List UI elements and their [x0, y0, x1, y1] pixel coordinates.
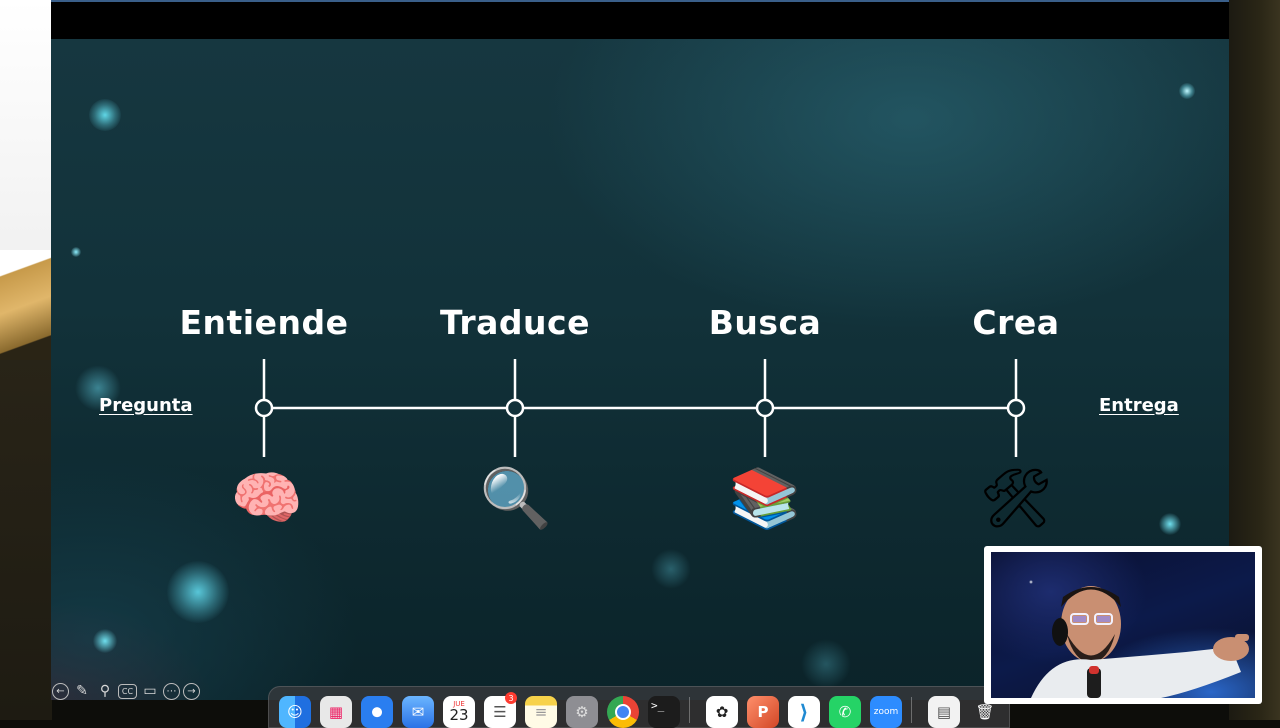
safari-glyph: ⊕ — [370, 703, 384, 721]
terminal-icon[interactable]: >_ — [648, 696, 680, 728]
timeline-node-entiende — [254, 398, 274, 418]
notes-glyph: ≡ — [534, 703, 548, 721]
chrome-icon[interactable] — [607, 696, 639, 728]
books-icon: 📚 — [728, 464, 802, 532]
zoom-app-icon[interactable]: zoom — [870, 696, 902, 728]
zoom-glyph: zoom — [873, 707, 899, 717]
left-decorative-corner — [0, 250, 52, 360]
documents-stack-icon[interactable]: ▤ — [928, 696, 960, 728]
whatsapp-icon[interactable]: ✆ — [829, 696, 861, 728]
finder-glyph: ☺ — [287, 703, 303, 721]
chatgpt-glyph: ✿ — [715, 703, 729, 721]
start-label: Pregunta — [99, 395, 193, 416]
stage-title-traduce: Traduce — [440, 303, 590, 342]
mail-glyph: ✉ — [411, 703, 425, 721]
stage-title-entiende: Entiende — [179, 303, 349, 342]
timeline-node-busca — [755, 398, 775, 418]
presentation-top-bar — [51, 0, 1229, 41]
system-settings-icon[interactable]: ⚙ — [566, 696, 598, 728]
previous-slide-icon[interactable]: ← — [52, 682, 69, 700]
zoom-icon[interactable]: ⚲ — [95, 681, 115, 701]
trash-glyph: 🗑 — [975, 703, 995, 721]
stage-title-busca: Busca — [708, 303, 822, 342]
dock-separator — [911, 697, 912, 723]
timeline-node-traduce — [505, 398, 525, 418]
brain-icon: 🧠 — [230, 464, 304, 532]
presenter-silhouette — [1031, 586, 1249, 698]
captions-icon[interactable]: CC — [118, 683, 137, 699]
calendar-day: 23 — [449, 706, 469, 724]
documents-glyph: ▤ — [936, 703, 952, 721]
webcam-video — [991, 552, 1255, 698]
notes-icon[interactable]: ≡ — [525, 696, 557, 728]
finder-icon[interactable]: ☺ — [279, 696, 311, 728]
mail-icon[interactable]: ✉ — [402, 696, 434, 728]
dock-separator — [689, 697, 690, 723]
magnifying-glass-icon: 🔍 — [479, 464, 553, 532]
stage-title-crea: Crea — [972, 303, 1060, 342]
camera-icon[interactable]: ▭ — [140, 681, 160, 701]
vscode-icon[interactable]: ⟩ — [788, 696, 820, 728]
reminders-badge: 3 — [505, 692, 517, 704]
slideshow-controls: ← ✎ ⚲ CC ▭ ⋯ → — [52, 680, 200, 702]
end-label: Entrega — [1099, 395, 1179, 416]
reminders-glyph: ☰ — [493, 703, 507, 721]
launchpad-glyph: ▦ — [328, 703, 344, 721]
more-options-icon[interactable]: ⋯ — [163, 682, 180, 700]
macos-dock: ☺ ▦ ⊕ ✉ JUE 23 ☰ 3 ≡ ⚙ >_ ✿ P ⟩ ✆ zoom ▤… — [268, 686, 1010, 728]
vscode-glyph: ⟩ — [799, 700, 809, 724]
chrome-center — [615, 704, 631, 720]
chatgpt-icon[interactable]: ✿ — [706, 696, 738, 728]
settings-glyph: ⚙ — [575, 703, 589, 721]
powerpoint-glyph: P — [757, 703, 769, 721]
calendar-icon[interactable]: JUE 23 — [443, 696, 475, 728]
launchpad-icon[interactable]: ▦ — [320, 696, 352, 728]
terminal-glyph: >_ — [651, 699, 665, 712]
safari-icon[interactable]: ⊕ — [361, 696, 393, 728]
powerpoint-icon[interactable]: P — [747, 696, 779, 728]
timeline-node-crea — [1006, 398, 1026, 418]
presenter-webcam — [984, 546, 1262, 704]
next-slide-icon[interactable]: → — [183, 682, 200, 700]
whatsapp-glyph: ✆ — [838, 703, 852, 721]
pen-icon[interactable]: ✎ — [72, 681, 92, 701]
hammer-and-wrench-icon: 🛠 — [979, 464, 1053, 532]
left-background-window — [0, 0, 52, 720]
